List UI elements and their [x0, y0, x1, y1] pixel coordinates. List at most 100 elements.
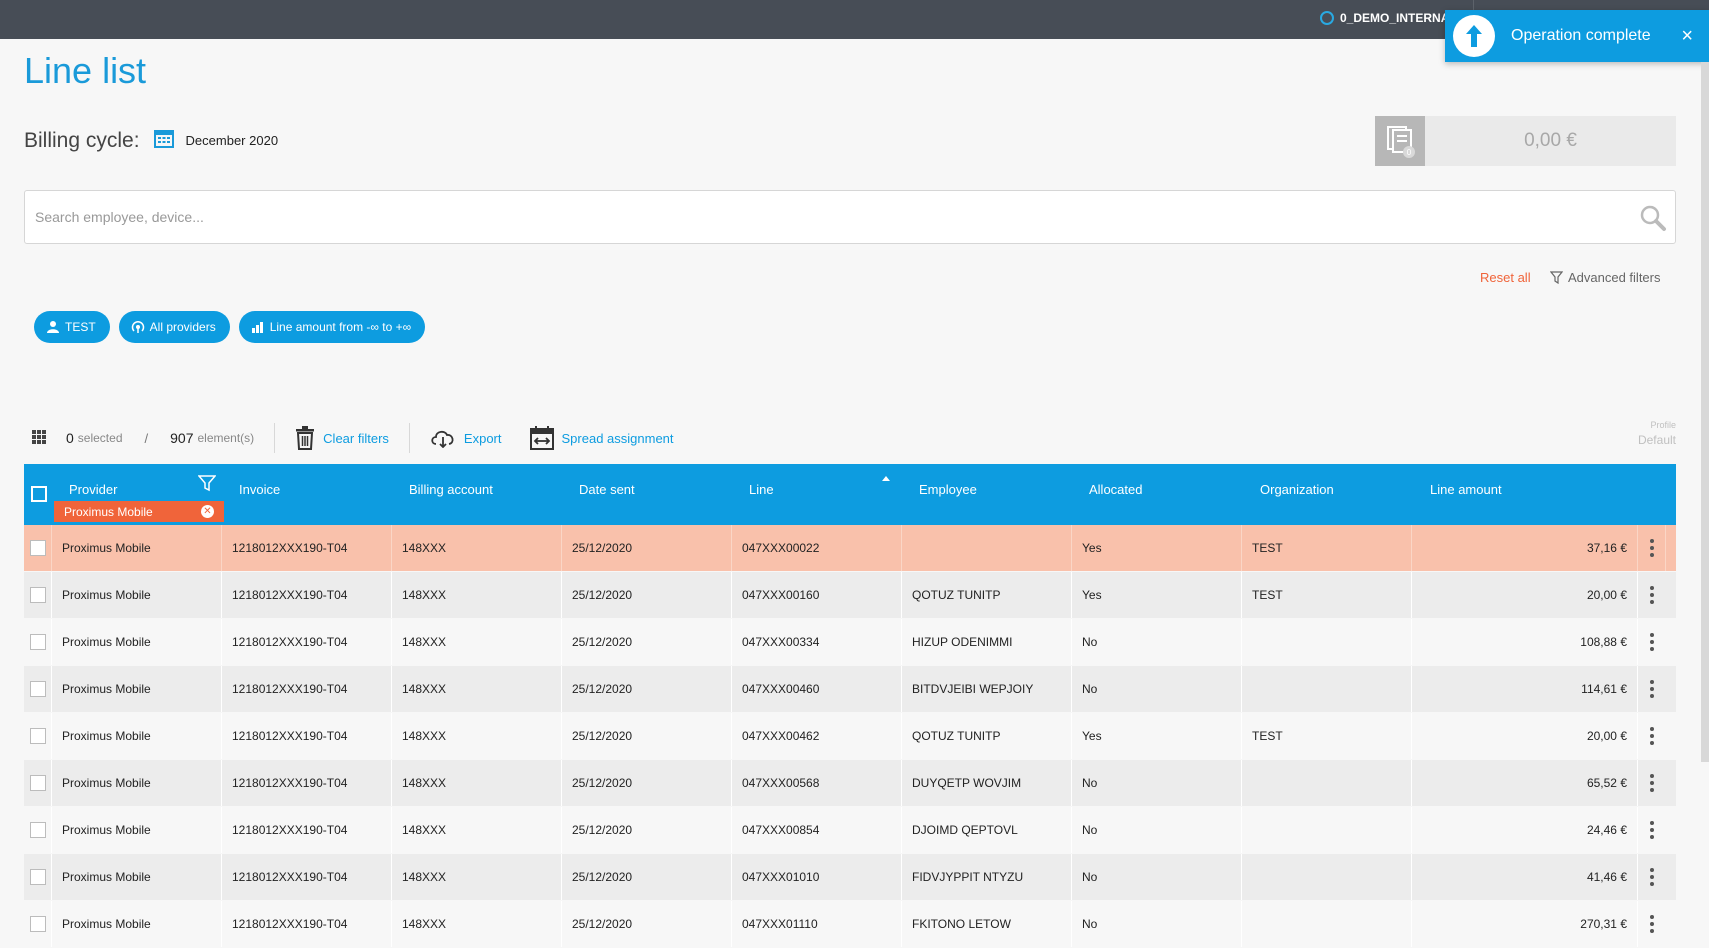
cell-employee: QOTUZ TUNITP: [902, 713, 1072, 759]
chip-label: All providers: [149, 320, 216, 334]
page-scrollbar[interactable]: [1701, 62, 1709, 762]
kebab-menu-icon[interactable]: [1650, 633, 1654, 651]
cell-billing-account: 148XXX: [392, 854, 562, 900]
cell-employee: QOTUZ TUNITP: [902, 572, 1072, 618]
cell-organization: [1242, 901, 1412, 947]
table-row[interactable]: Proximus Mobile 1218012XXX190-T04 148XXX 25…: [24, 666, 1676, 713]
cell-billing-account: 148XXX: [392, 525, 562, 571]
row-checkbox[interactable]: [30, 916, 46, 932]
invoices-icon: 0: [1375, 116, 1425, 166]
cell-provider: Proximus Mobile: [52, 901, 222, 947]
cell-organization: [1242, 619, 1412, 665]
table-row[interactable]: Proximus Mobile 1218012XXX190-T04 148XXX 25…: [24, 760, 1676, 807]
table-row[interactable]: Proximus Mobile 1218012XXX190-T04 148XXX 25…: [24, 572, 1676, 619]
chip-label: TEST: [65, 320, 96, 334]
toast-close-icon[interactable]: ×: [1681, 25, 1693, 48]
column-header-employee[interactable]: Employee: [919, 482, 977, 497]
chip-providers[interactable]: All providers: [118, 311, 230, 343]
active-filter-chips: TEST All providers Line amount from -∞ t…: [34, 311, 426, 343]
filter-icon[interactable]: [197, 474, 217, 495]
grid-icon[interactable]: [32, 429, 46, 447]
spread-assignment-button[interactable]: Spread assignment: [529, 426, 674, 450]
billing-cycle-value[interactable]: December 2020: [186, 133, 279, 148]
table-row[interactable]: Proximus Mobile 1218012XXX190-T04 148XXX 25…: [24, 713, 1676, 760]
reset-all-link[interactable]: Reset all: [1480, 270, 1531, 285]
row-checkbox[interactable]: [30, 587, 46, 603]
column-header-line-amount[interactable]: Line amount: [1430, 482, 1502, 497]
selected-label: selected: [77, 431, 123, 445]
row-checkbox-cell: [24, 760, 52, 806]
kebab-menu-icon[interactable]: [1649, 539, 1654, 557]
cell-line-amount: 20,00 €: [1412, 713, 1638, 759]
cell-organization: TEST: [1242, 525, 1412, 571]
column-header-provider[interactable]: Provider: [69, 482, 117, 497]
cell-provider: Proximus Mobile: [52, 666, 222, 712]
kebab-menu-icon[interactable]: [1650, 821, 1654, 839]
row-checkbox[interactable]: [30, 775, 46, 791]
row-checkbox-cell: [24, 666, 52, 712]
row-checkbox[interactable]: [30, 822, 46, 838]
row-checkbox[interactable]: [30, 540, 46, 556]
column-header-billing-account[interactable]: Billing account: [409, 482, 493, 497]
kebab-menu-icon[interactable]: [1650, 774, 1654, 792]
column-header-invoice[interactable]: Invoice: [239, 482, 280, 497]
cell-invoice: 1218012XXX190-T04: [222, 619, 392, 665]
cell-line-amount: 41,46 €: [1412, 854, 1638, 900]
remove-filter-icon[interactable]: ✕: [201, 505, 214, 518]
row-checkbox[interactable]: [30, 728, 46, 744]
table-row[interactable]: Proximus Mobile 1218012XXX190-T04 148XXX 25…: [24, 807, 1676, 854]
clear-filters-button[interactable]: Clear filters: [295, 426, 389, 450]
profile-selector[interactable]: Profile Default: [1638, 420, 1676, 447]
table-row[interactable]: Proximus Mobile 1218012XXX190-T04 148XXX 25…: [24, 525, 1676, 572]
cell-line: 047XXX01010: [732, 854, 902, 900]
cell-line-amount: 114,61 €: [1412, 666, 1638, 712]
cell-provider: Proximus Mobile: [52, 760, 222, 806]
kebab-menu-icon[interactable]: [1650, 586, 1654, 604]
cell-invoice: 1218012XXX190-T04: [222, 807, 392, 853]
table-row[interactable]: Proximus Mobile 1218012XXX190-T04 148XXX 25…: [24, 619, 1676, 666]
cell-billing-account: 148XXX: [392, 572, 562, 618]
cell-provider: Proximus Mobile: [52, 807, 222, 853]
column-header-allocated[interactable]: Allocated: [1089, 482, 1142, 497]
chart-icon: [251, 322, 263, 333]
search-input[interactable]: [35, 191, 1595, 243]
row-checkbox[interactable]: [30, 869, 46, 885]
row-checkbox[interactable]: [30, 681, 46, 697]
table-row[interactable]: Proximus Mobile 1218012XXX190-T04 148XXX 25…: [24, 854, 1676, 901]
cell-employee: FIDVJYPPIT NTYZU: [902, 854, 1072, 900]
advanced-filters-button[interactable]: Advanced filters: [1550, 270, 1661, 285]
page-title: Line list: [24, 50, 147, 91]
cell-allocated: Yes: [1072, 713, 1242, 759]
kebab-menu-icon[interactable]: [1650, 727, 1654, 745]
cell-date-sent: 25/12/2020: [562, 901, 732, 947]
table-header: Provider Proximus Mobile ✕ Invoice Billi…: [24, 464, 1676, 525]
kebab-menu-icon[interactable]: [1650, 868, 1654, 886]
billing-cycle-label: Billing cycle:: [24, 128, 140, 152]
calendar-icon[interactable]: [153, 128, 174, 153]
table-body: Proximus Mobile 1218012XXX190-T04 148XXX 25…: [24, 525, 1676, 948]
cell-invoice: 1218012XXX190-T04: [222, 572, 392, 618]
provider-filter-tag[interactable]: Proximus Mobile ✕: [54, 501, 224, 522]
chip-organization[interactable]: TEST: [34, 311, 110, 343]
table-row[interactable]: Proximus Mobile 1218012XXX190-T04 148XXX 25…: [24, 901, 1676, 948]
cell-allocated: No: [1072, 854, 1242, 900]
kebab-menu-icon[interactable]: [1650, 680, 1654, 698]
cell-organization: [1242, 666, 1412, 712]
column-header-date-sent[interactable]: Date sent: [579, 482, 635, 497]
cell-employee: DJOIMD QEPTOVL: [902, 807, 1072, 853]
calendar-arrows-icon: [529, 426, 554, 450]
trash-icon: [296, 426, 315, 450]
chip-line-amount[interactable]: Line amount from -∞ to +∞: [238, 311, 426, 343]
row-checkbox[interactable]: [30, 634, 46, 650]
search-icon[interactable]: [1639, 204, 1667, 237]
tenant-selector[interactable]: 0_DEMO_INTERNAT: [1320, 11, 1456, 25]
select-all-checkbox[interactable]: [31, 486, 47, 502]
kebab-menu-icon[interactable]: [1650, 915, 1654, 933]
column-header-organization[interactable]: Organization: [1260, 482, 1334, 497]
cell-line: 047XXX00460: [732, 666, 902, 712]
export-button[interactable]: Export: [430, 428, 502, 448]
row-menu-cell: [1638, 901, 1666, 947]
cell-line: 047XXX00334: [732, 619, 902, 665]
cell-allocated: No: [1072, 901, 1242, 947]
column-header-line[interactable]: Line: [749, 482, 774, 497]
